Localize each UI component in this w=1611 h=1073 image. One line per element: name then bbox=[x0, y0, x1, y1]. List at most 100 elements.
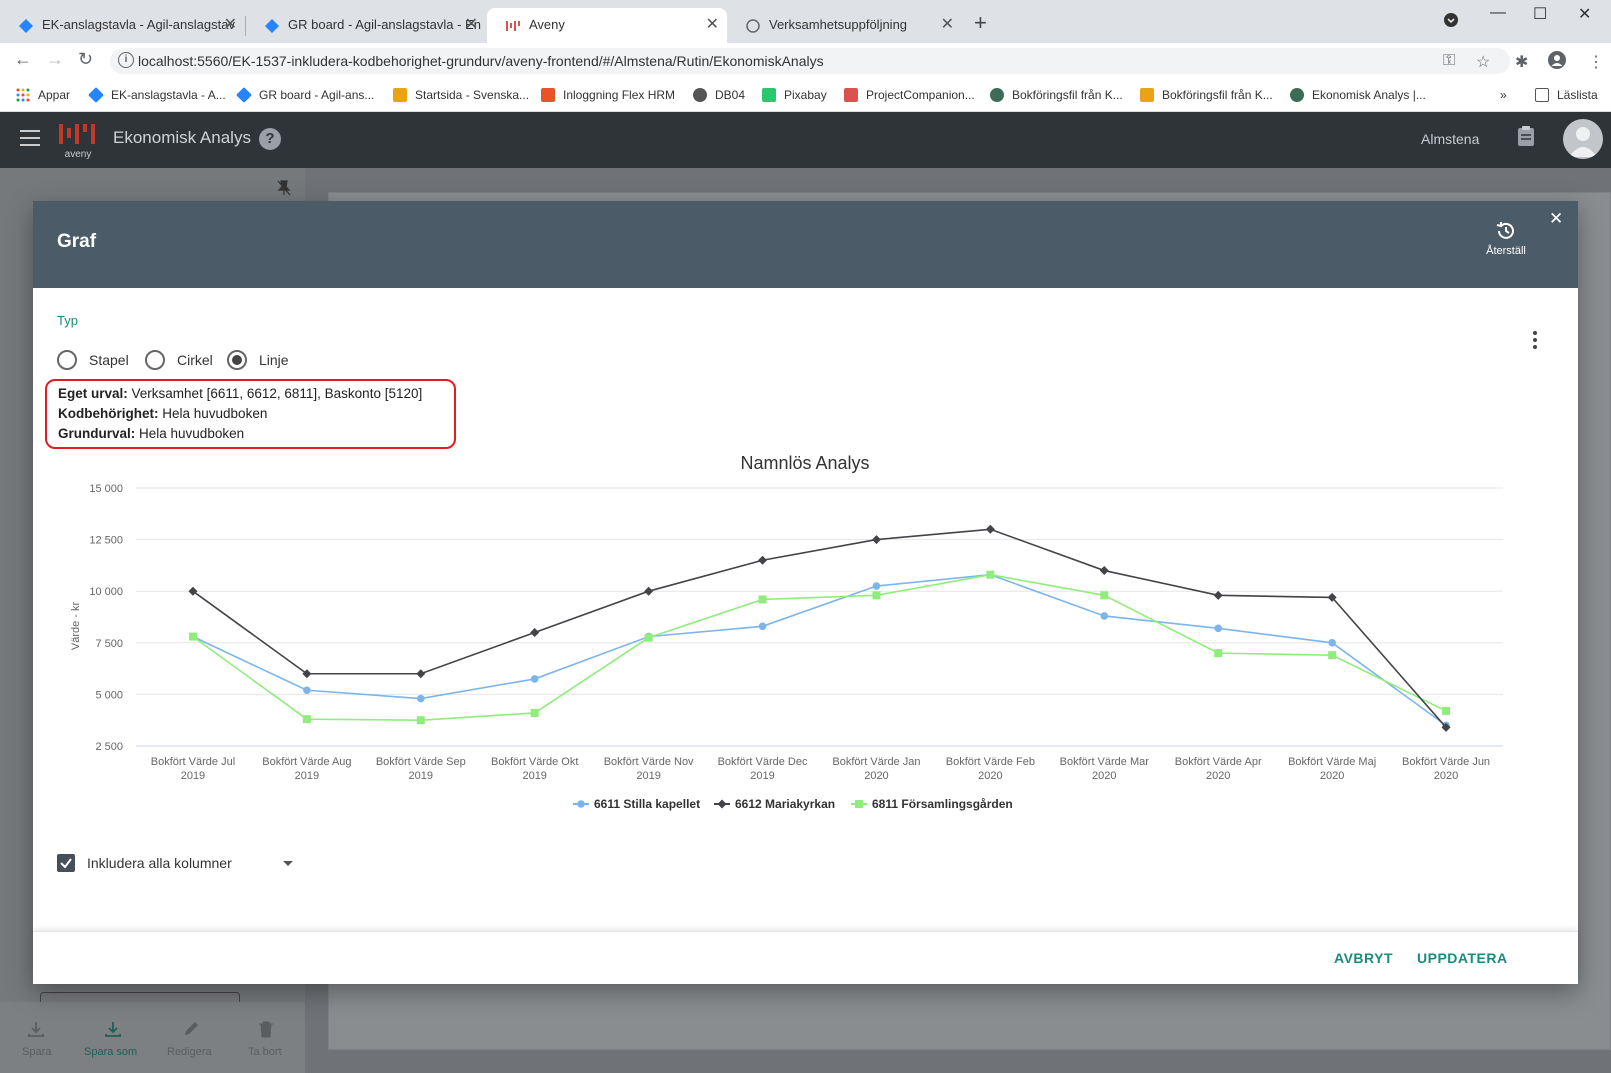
data-point[interactable] bbox=[530, 675, 539, 683]
data-point[interactable] bbox=[985, 524, 995, 534]
radio-label: Linje bbox=[259, 352, 289, 368]
legend-marker[interactable] bbox=[717, 799, 727, 809]
data-point[interactable] bbox=[188, 632, 197, 641]
tab-close-icon[interactable]: ✕ bbox=[224, 8, 237, 42]
browser-tab-4[interactable]: Verksamhetsuppföljning ✕ bbox=[727, 8, 962, 43]
data-point[interactable] bbox=[1099, 566, 1109, 576]
browser-tab-1[interactable]: EK-anslagstavla - Agil-anslagstav ✕ bbox=[0, 8, 245, 43]
clipboard-icon[interactable] bbox=[1517, 125, 1535, 147]
data-point[interactable] bbox=[530, 627, 540, 637]
tab-close-icon[interactable]: ✕ bbox=[941, 8, 954, 42]
legend-marker[interactable] bbox=[855, 800, 863, 808]
key-icon[interactable]: ⚿ bbox=[1443, 52, 1455, 70]
data-point[interactable] bbox=[1214, 649, 1223, 658]
x-tick-label: Bokfört Värde Sep 2019 bbox=[376, 756, 466, 782]
data-point[interactable] bbox=[303, 686, 311, 695]
update-button[interactable]: UPPDATERA bbox=[1417, 950, 1508, 966]
bookmark-item[interactable]: Bokföringsfil från K... bbox=[990, 85, 1123, 105]
back-icon[interactable]: ← bbox=[14, 49, 32, 70]
data-point[interactable] bbox=[1328, 651, 1337, 660]
edit-icon bbox=[185, 1022, 198, 1035]
bookmark-item[interactable]: Ekonomisk Analys |... bbox=[1290, 85, 1426, 105]
data-point[interactable] bbox=[758, 622, 767, 631]
cancel-button[interactable]: AVBRYT bbox=[1334, 950, 1393, 966]
data-point[interactable] bbox=[871, 535, 881, 545]
radio-linje[interactable]: Linje bbox=[227, 350, 289, 370]
save-as-button[interactable]: Spara som bbox=[84, 1046, 137, 1058]
maximize-icon[interactable]: ☐ bbox=[1533, 4, 1547, 24]
data-point[interactable] bbox=[1328, 639, 1336, 647]
data-point[interactable] bbox=[644, 633, 653, 642]
new-tab-button[interactable]: + bbox=[974, 10, 987, 36]
data-point[interactable] bbox=[872, 591, 881, 600]
tab-close-icon[interactable]: ✕ bbox=[706, 8, 719, 42]
data-point[interactable] bbox=[758, 595, 767, 604]
reset-label: Återställ bbox=[1486, 245, 1526, 257]
data-point[interactable] bbox=[1100, 612, 1109, 620]
dialog-close-icon[interactable]: ✕ bbox=[1549, 209, 1563, 229]
data-point[interactable] bbox=[302, 715, 311, 724]
data-point[interactable] bbox=[872, 582, 881, 590]
delete-button[interactable]: Ta bort bbox=[248, 1046, 282, 1058]
data-point[interactable] bbox=[1213, 590, 1223, 600]
data-point[interactable] bbox=[416, 669, 426, 679]
bookmark-item[interactable]: EK-anslagstavla - A... bbox=[88, 85, 226, 105]
radio-cirkel[interactable]: Cirkel bbox=[145, 350, 213, 370]
window-close-icon[interactable]: ✕ bbox=[1578, 4, 1591, 24]
chart-menu-icon[interactable] bbox=[1531, 331, 1539, 351]
browser-tab-active[interactable]: Aveny ✕ bbox=[487, 8, 727, 43]
bookmark-item[interactable]: Pixabay bbox=[762, 85, 827, 105]
bookmark-apps[interactable]: Appar bbox=[16, 85, 70, 105]
extensions-icon[interactable]: ✱ bbox=[1515, 52, 1528, 72]
data-point[interactable] bbox=[1214, 624, 1223, 633]
url-field[interactable]: i localhost:5560/EK-1537-inkludera-kodbe… bbox=[110, 48, 1510, 74]
bookmark-item[interactable]: Inloggning Flex HRM bbox=[541, 85, 675, 105]
bookmark-item[interactable]: ProjectCompanion... bbox=[844, 85, 975, 105]
browser-tab-2[interactable]: GR board - Agil-anslagstavla - En ✕ bbox=[246, 8, 486, 43]
info-icon[interactable]: i bbox=[118, 52, 134, 68]
save-button[interactable]: Spara bbox=[22, 1046, 51, 1058]
more-menu-icon[interactable]: ⋮ bbox=[1588, 52, 1604, 72]
star-icon[interactable]: ☆ bbox=[1476, 52, 1490, 72]
data-point[interactable] bbox=[1442, 706, 1451, 715]
data-point[interactable] bbox=[758, 555, 768, 565]
data-point[interactable] bbox=[644, 586, 654, 596]
app-header: aveny Ekonomisk Analys ? Almstena bbox=[0, 112, 1611, 168]
reading-list[interactable]: Läslista bbox=[1535, 85, 1598, 105]
bookmark-label: ProjectCompanion... bbox=[866, 88, 975, 102]
bookmarks-overflow-icon[interactable]: » bbox=[1500, 85, 1507, 105]
bookmark-label: EK-anslagstavla - A... bbox=[111, 88, 226, 102]
profile-icon[interactable] bbox=[1548, 51, 1566, 69]
globe-icon bbox=[746, 19, 760, 33]
legend-item[interactable]: 6811 Församlingsgården bbox=[851, 797, 1013, 811]
checkbox-checked[interactable] bbox=[57, 854, 75, 872]
org-name[interactable]: Almstena bbox=[1421, 131, 1479, 147]
bookmark-item[interactable]: DB04 bbox=[693, 85, 745, 105]
reset-button[interactable]: Återställ bbox=[1473, 220, 1539, 257]
menu-icon[interactable] bbox=[20, 130, 40, 146]
include-all-columns-label: Inkludera alla kolumner bbox=[87, 855, 232, 871]
reload-icon[interactable]: ↻ bbox=[78, 49, 93, 70]
tab-search-icon[interactable] bbox=[1443, 12, 1459, 33]
tab-close-icon[interactable]: ✕ bbox=[465, 8, 478, 42]
bookmark-item[interactable]: Startsida - Svenska... bbox=[393, 85, 529, 105]
edit-button[interactable]: Redigera bbox=[167, 1046, 212, 1058]
data-point[interactable] bbox=[530, 708, 539, 717]
data-point[interactable] bbox=[986, 570, 995, 579]
eget-urval-value: Verksamhet [6611, 6612, 6811], Baskonto … bbox=[127, 386, 423, 401]
legend-marker[interactable] bbox=[577, 800, 585, 808]
forward-icon[interactable]: → bbox=[46, 49, 64, 70]
project-icon bbox=[844, 88, 858, 102]
user-avatar[interactable] bbox=[1563, 119, 1603, 159]
bookmark-item[interactable]: Bokföringsfil från K... bbox=[1140, 85, 1273, 105]
data-point[interactable] bbox=[416, 694, 425, 703]
legend-item[interactable]: 6612 Mariakyrkan bbox=[714, 797, 835, 811]
help-icon[interactable]: ? bbox=[259, 128, 281, 150]
minimize-icon[interactable]: — bbox=[1490, 4, 1506, 22]
chevron-down-icon[interactable] bbox=[283, 861, 293, 866]
legend-item[interactable]: 6611 Stilla kapellet bbox=[573, 797, 700, 811]
data-point[interactable] bbox=[1100, 591, 1109, 600]
data-point[interactable] bbox=[416, 716, 425, 725]
bookmark-item[interactable]: GR board - Agil-ans... bbox=[236, 85, 374, 105]
radio-stapel[interactable]: Stapel bbox=[57, 350, 129, 370]
